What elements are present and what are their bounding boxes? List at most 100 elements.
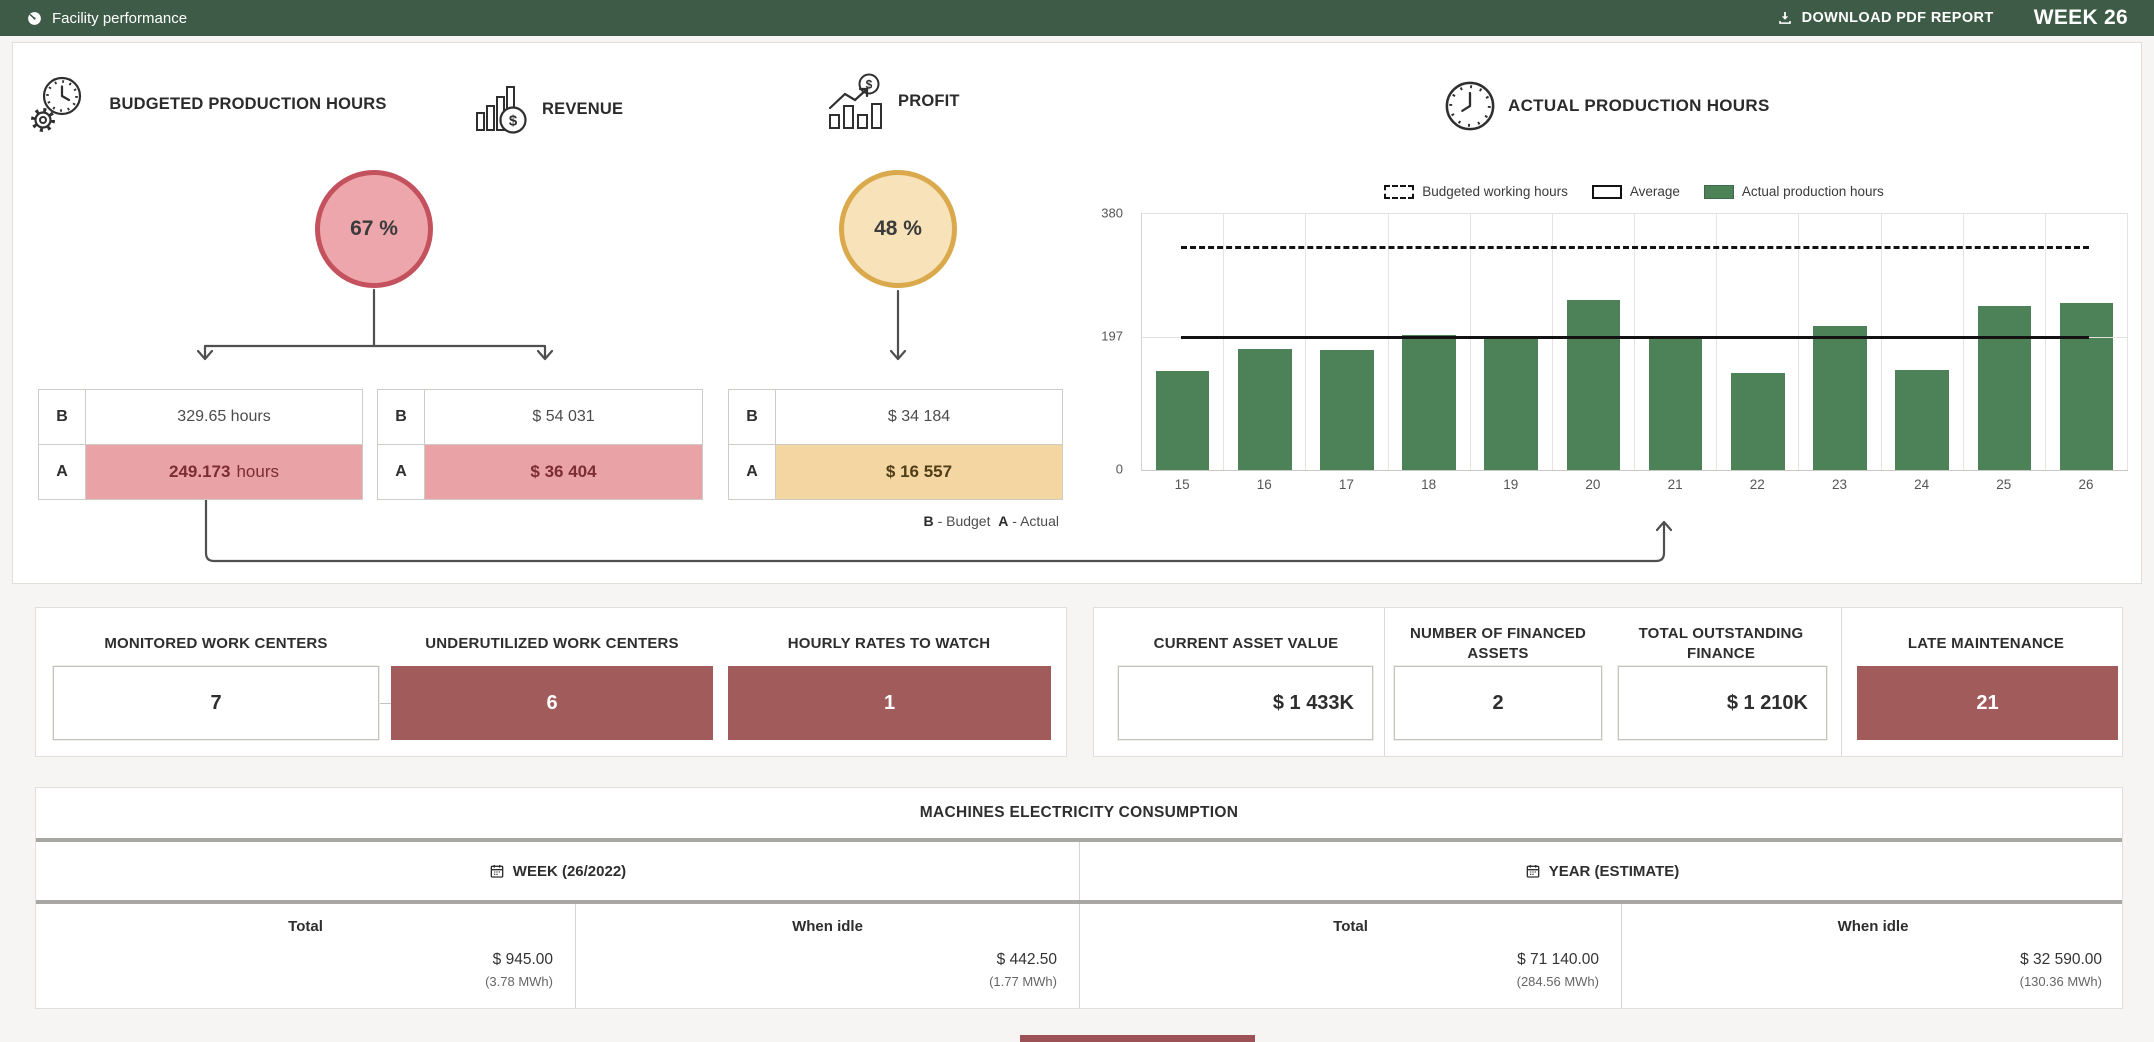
row-label-b: B (729, 390, 776, 444)
solid-line-swatch (1592, 185, 1622, 199)
hourly-rates-to-watch-label: HOURLY RATES TO WATCH (724, 622, 1054, 666)
table-row-actual: A $ 36 404 (378, 444, 702, 499)
year-idle-cost: $ 32 590.00 (1644, 951, 2102, 969)
profit-header: $ PROFIT (825, 71, 960, 131)
dashed-line-swatch (1384, 185, 1414, 199)
panel-divider (1384, 608, 1385, 756)
chart-column-20 (1553, 214, 1635, 470)
budget-hours-value: 329.65 hours (86, 390, 362, 444)
week-total-label: Total (58, 918, 553, 935)
chart-plot (1141, 213, 2128, 471)
panel-divider (1841, 608, 1842, 756)
chart-column-15 (1142, 214, 1224, 470)
legend-actual-production-hours: Actual production hours (1704, 184, 1884, 199)
x-tick-18: 18 (1388, 477, 1470, 492)
year-idle-cell: When idle $ 32 590.00 (130.36 MWh) (1622, 904, 2124, 1008)
row-label-a: A (39, 445, 86, 499)
bar-week-19[interactable] (1484, 336, 1538, 470)
next-section-peek-bar (1020, 1035, 1255, 1042)
revenue-bars-dollar-icon: $ (473, 81, 531, 137)
x-tick-15: 15 (1141, 477, 1223, 492)
clock-icon (1443, 79, 1497, 133)
bar-week-24[interactable] (1895, 370, 1949, 470)
row-label-b: B (378, 390, 425, 444)
budgeted-hours-percent: 67 % (350, 217, 398, 241)
budgeted-hours-title: BUDGETED PRODUCTION HOURS (98, 92, 398, 116)
year-total-cell: Total $ 71 140.00 (284.56 MWh) (1080, 904, 1622, 1008)
x-tick-25: 25 (1963, 477, 2045, 492)
key-b-letter: B (924, 513, 934, 529)
chart-column-22 (1717, 214, 1799, 470)
year-total-energy: (284.56 MWh) (1102, 974, 1599, 989)
chart-column-16 (1224, 214, 1306, 470)
legend-average: Average (1592, 184, 1680, 199)
actual-hours-value: 249.173 hours (86, 445, 362, 499)
year-total-label: Total (1102, 918, 1599, 935)
week-total-cell: Total $ 945.00 (3.78 MWh) (36, 904, 576, 1008)
chart-column-17 (1306, 214, 1388, 470)
week-total-energy: (3.78 MWh) (58, 974, 553, 989)
week-badge: WEEK 26 (2034, 6, 2128, 30)
budgeted-hours-percent-circle: 67 % (315, 170, 433, 288)
box-connector-line (379, 703, 391, 704)
x-tick-26: 26 (2045, 477, 2127, 492)
bar-week-22[interactable] (1731, 373, 1785, 470)
actual-hours-header: ACTUAL PRODUCTION HOURS (1443, 79, 1770, 133)
bar-week-25[interactable] (1978, 306, 2032, 470)
download-pdf-button[interactable]: DOWNLOAD PDF REPORT (1777, 10, 1994, 26)
actual-hours-unit: hours (236, 462, 279, 482)
chart-column-26 (2046, 214, 2128, 470)
download-icon (1777, 10, 1793, 26)
table-row-budget: B 329.65 hours (39, 390, 362, 444)
dashboard-gauge-icon (26, 10, 43, 27)
table-row-budget: B $ 54 031 (378, 390, 702, 444)
current-asset-value: $ 1 433K (1118, 666, 1373, 740)
calendar-icon (1525, 863, 1541, 879)
actual-revenue-value: $ 36 404 (425, 445, 702, 499)
x-tick-22: 22 (1716, 477, 1798, 492)
bar-week-16[interactable] (1238, 349, 1292, 470)
legend-budgeted-working-hours: Budgeted working hours (1384, 184, 1568, 199)
top-bar-right: DOWNLOAD PDF REPORT WEEK 26 (1777, 6, 2128, 30)
budgeted-hours-table: B 329.65 hours A 249.173 hours (38, 389, 363, 500)
hourly-rates-to-watch-value: 1 (728, 666, 1051, 740)
bar-week-17[interactable] (1320, 350, 1374, 470)
table-row-actual: A 249.173 hours (39, 444, 362, 499)
week-idle-cost: $ 442.50 (598, 951, 1057, 969)
x-tick-16: 16 (1223, 477, 1305, 492)
late-maintenance-value: 21 (1857, 666, 2118, 740)
week-idle-cell: When idle $ 442.50 (1.77 MWh) (576, 904, 1080, 1008)
bar-week-23[interactable] (1813, 326, 1867, 470)
chart-column-18 (1389, 214, 1471, 470)
green-bar-swatch (1704, 185, 1734, 199)
chart-column-24 (1882, 214, 1964, 470)
assets-panel: CURRENT ASSET VALUE NUMBER OF FINANCED A… (1093, 607, 2123, 757)
monitored-work-centers-value: 7 (53, 666, 379, 740)
bar-week-21[interactable] (1649, 336, 1703, 470)
underutilized-work-centers-label: UNDERUTILIZED WORK CENTERS (387, 622, 717, 666)
bar-week-15[interactable] (1156, 371, 1210, 470)
profit-title: PROFIT (898, 89, 960, 113)
monitored-work-centers-label: MONITORED WORK CENTERS (51, 622, 381, 666)
profit-table: B $ 34 184 A $ 16 557 (728, 389, 1063, 500)
financed-assets-value: 2 (1394, 666, 1602, 740)
row-label-a: A (729, 445, 776, 499)
current-asset-value-label: CURRENT ASSET VALUE (1111, 622, 1381, 666)
y-tick-0: 0 (1116, 462, 1123, 477)
table-row-actual: A $ 16 557 (729, 444, 1062, 499)
bar-week-26[interactable] (2060, 303, 2114, 470)
revenue-title: REVENUE (542, 97, 623, 121)
profit-percent-circle: 48 % (839, 170, 957, 288)
x-tick-21: 21 (1634, 477, 1716, 492)
svg-text:$: $ (509, 113, 518, 130)
bar-week-18[interactable] (1402, 335, 1456, 470)
legend-label: Actual production hours (1742, 184, 1884, 199)
late-maintenance-label: LATE MAINTENANCE (1851, 622, 2121, 666)
kpi-overview-panel: BUDGETED PRODUCTION HOURS $ REVENUE $ (12, 42, 2142, 584)
year-period-label: YEAR (ESTIMATE) (1549, 863, 1680, 880)
budgeted-hours-header: BUDGETED PRODUCTION HOURS (29, 73, 398, 135)
chart-column-25 (1964, 214, 2046, 470)
chart-legend: Budgeted working hours Average Actual pr… (1141, 184, 2127, 199)
electricity-title: MACHINES ELECTRICITY CONSUMPTION (36, 788, 2122, 838)
bar-week-20[interactable] (1567, 300, 1621, 470)
